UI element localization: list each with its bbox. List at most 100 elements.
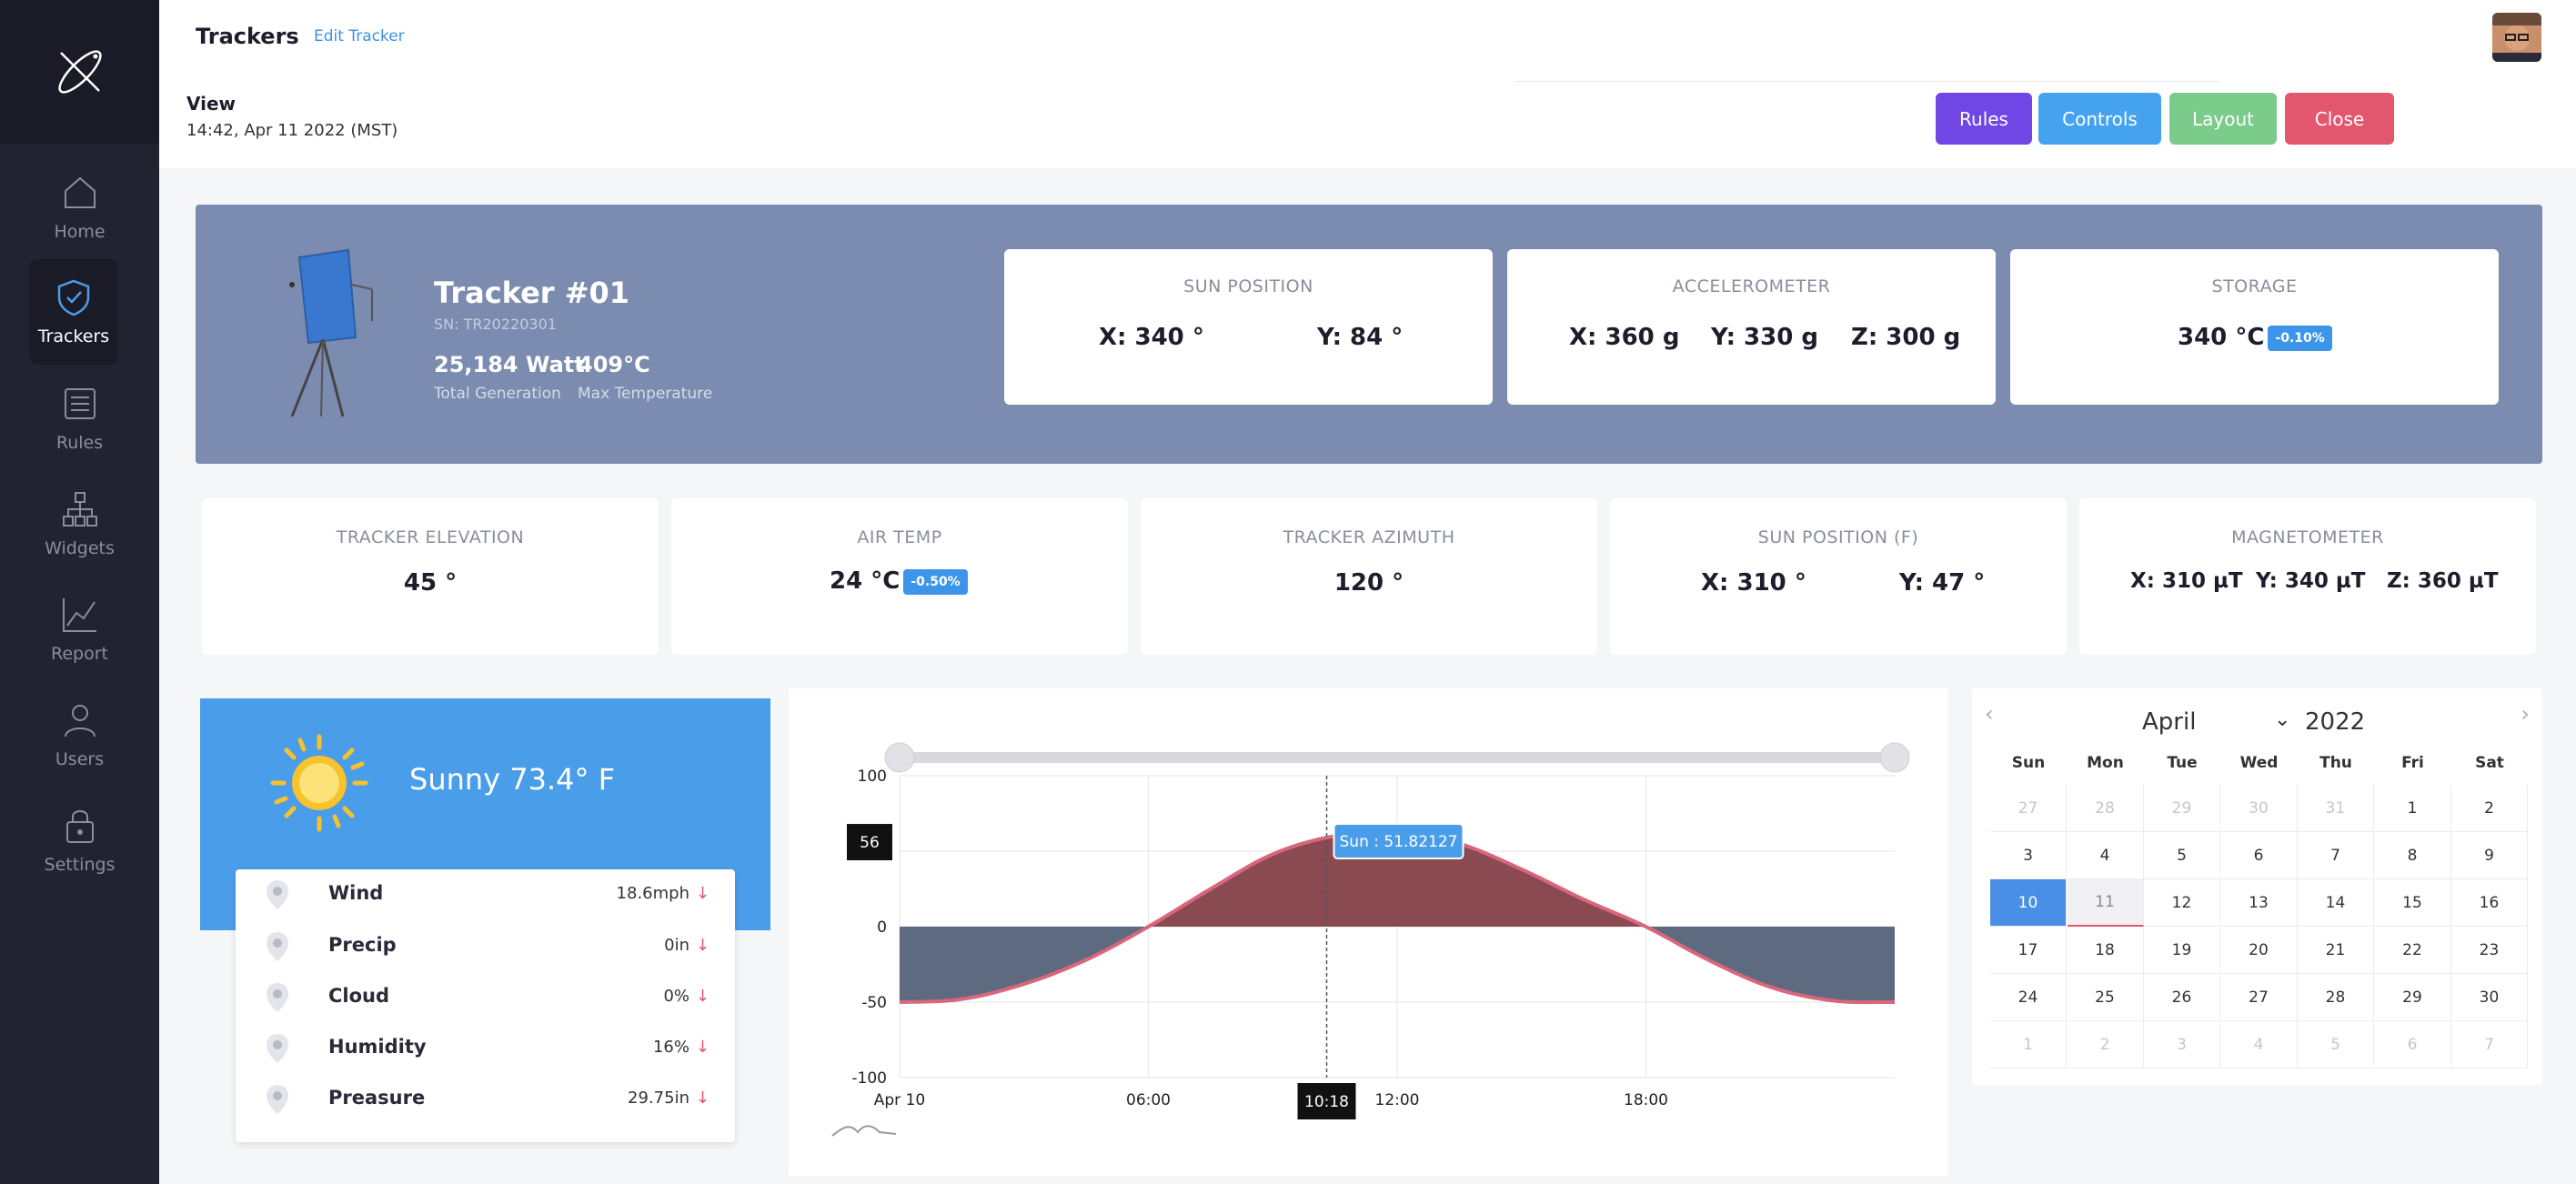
calendar-day[interactable]: 2 xyxy=(2451,785,2528,832)
sidebar-item-widgets[interactable]: Widgets xyxy=(0,471,159,577)
tracker-serial: SN: TR20220301 xyxy=(434,316,557,333)
calendar-day[interactable]: 13 xyxy=(2220,879,2298,927)
calendar-day[interactable]: 14 xyxy=(2298,879,2374,927)
sun-position-f-card: SUN POSITION (F) X: 310 ° Y: 47 ° xyxy=(1610,498,2067,655)
sidebar-item-home[interactable]: Home xyxy=(0,155,159,260)
calendar-day[interactable]: 7 xyxy=(2298,832,2374,879)
close-button[interactable]: Close xyxy=(2285,93,2394,145)
accelerometer-card: ACCELEROMETER X: 360 g Y: 330 g Z: 300 g xyxy=(1507,249,1996,405)
calendar-day[interactable]: 6 xyxy=(2374,1021,2451,1069)
max-temperature-value: 409°C xyxy=(578,352,650,377)
y-tick-label: 100 xyxy=(858,768,887,786)
tracker-azimuth-card: TRACKER AZIMUTH 120 ° xyxy=(1141,498,1597,655)
calendar-day[interactable]: 24 xyxy=(1990,974,2067,1021)
location-pin-icon xyxy=(267,1034,288,1063)
shield-check-icon xyxy=(57,279,90,316)
calendar-day[interactable]: 27 xyxy=(2220,974,2298,1021)
max-temperature-label: Max Temperature xyxy=(578,385,713,403)
weather-details: Wind 18.6mph ↓ Precip 0in ↓ Cloud 0% ↓ H… xyxy=(236,869,735,1142)
location-pin-icon xyxy=(267,880,288,909)
sidebar-item-label: Home xyxy=(54,222,106,242)
tracker-elevation-card: TRACKER ELEVATION 45 ° xyxy=(202,498,659,655)
card-title: AIR TEMP xyxy=(857,527,942,547)
calendar-day[interactable]: 5 xyxy=(2144,832,2220,879)
calendar-day[interactable]: 1 xyxy=(1990,1021,2067,1069)
calendar-day[interactable]: 30 xyxy=(2451,974,2528,1021)
calendar-day[interactable]: 28 xyxy=(2067,785,2144,832)
user-icon xyxy=(64,705,96,737)
list-item: Cloud 0% ↓ xyxy=(236,972,735,1023)
tracker-name: Tracker #01 xyxy=(434,276,630,310)
card-title: SUN POSITION (F) xyxy=(1757,527,1919,547)
calendar-day[interactable]: 21 xyxy=(2298,927,2374,974)
sun-chart[interactable]: 100 0 -50 -100 Apr 10 06:00 12:00 18:00 56 Sun : … xyxy=(789,688,1948,1176)
weekday-header: Wed xyxy=(2239,754,2279,772)
sidebar-item-users[interactable]: Users xyxy=(0,682,159,788)
weekday-header: Fri xyxy=(2401,754,2424,772)
total-generation-label: Total Generation xyxy=(434,385,561,403)
calendar-day[interactable]: 31 xyxy=(2298,785,2374,832)
next-month-icon[interactable]: › xyxy=(2521,701,2530,727)
calendar-day[interactable]: 18 xyxy=(2067,927,2144,974)
calendar-day[interactable]: 19 xyxy=(2144,927,2220,974)
avatar[interactable] xyxy=(2492,13,2541,62)
sidebar-item-trackers[interactable]: Trackers xyxy=(29,259,118,365)
controls-button[interactable]: Controls xyxy=(2038,93,2161,145)
calendar-day[interactable]: 20 xyxy=(2220,927,2298,974)
sidebar-item-report[interactable]: Report xyxy=(0,577,159,682)
calendar-day[interactable]: 29 xyxy=(2144,785,2220,832)
rules-button[interactable]: Rules xyxy=(1936,93,2032,145)
prev-month-icon[interactable]: ‹ xyxy=(1985,701,1994,727)
calendar-day[interactable]: 5 xyxy=(2298,1021,2374,1069)
calendar-day[interactable]: 3 xyxy=(2144,1021,2220,1069)
list-item: Preasure 29.75in ↓ xyxy=(236,1074,735,1125)
storage-change-badge: -0.10% xyxy=(2268,325,2332,351)
calendar-day[interactable]: 8 xyxy=(2374,832,2451,879)
calendar-day[interactable]: 1 xyxy=(2374,785,2451,832)
calendar-day[interactable]: 25 xyxy=(2067,974,2144,1021)
sidebar-item-settings[interactable]: Settings xyxy=(0,788,159,893)
calendar-day[interactable]: 9 xyxy=(2451,832,2528,879)
down-arrow-icon: ↓ xyxy=(695,1038,709,1057)
cursor-x-label: 10:18 xyxy=(1304,1093,1349,1111)
card-title: STORAGE xyxy=(2211,276,2298,296)
sidebar-item-label: Widgets xyxy=(45,538,115,558)
calendar-day[interactable]: 7 xyxy=(2451,1021,2528,1069)
calendar-day[interactable]: 23 xyxy=(2451,927,2528,974)
calendar-day[interactable]: 30 xyxy=(2220,785,2298,832)
calendar-day[interactable]: 15 xyxy=(2374,879,2451,927)
calendar-day[interactable]: 4 xyxy=(2067,832,2144,879)
edit-tracker-link[interactable]: Edit Tracker xyxy=(314,27,405,45)
sun-position-card: SUN POSITION X: 340 ° Y: 84 ° xyxy=(1004,249,1493,405)
x-tick-label: 12:00 xyxy=(1375,1091,1420,1109)
calendar-day[interactable]: 2 xyxy=(2067,1021,2144,1069)
calendar-day[interactable]: 12 xyxy=(2144,879,2220,927)
chevron-down-icon[interactable]: ⌄ xyxy=(2274,708,2290,731)
x-tick-label: Apr 10 xyxy=(874,1091,925,1109)
calendar-day[interactable]: 26 xyxy=(2144,974,2220,1021)
calendar-day[interactable]: 6 xyxy=(2220,832,2298,879)
calendar-day[interactable]: 28 xyxy=(2298,974,2374,1021)
weekday-header: Tue xyxy=(2167,754,2198,772)
storage-card: STORAGE 340 °C -0.10% xyxy=(2010,249,2499,405)
calendar-day[interactable]: 3 xyxy=(1990,832,2067,879)
calendar-day[interactable]: 22 xyxy=(2374,927,2451,974)
header-divider xyxy=(1514,81,2219,82)
sidebar-item-label: Users xyxy=(55,749,105,769)
calendar-month[interactable]: April xyxy=(2142,708,2196,736)
card-title: SUN POSITION xyxy=(1183,276,1313,296)
calendar-day[interactable]: 11 xyxy=(2067,879,2144,927)
layout-button[interactable]: Layout xyxy=(2169,93,2277,145)
calendar-day[interactable]: 27 xyxy=(1990,785,2067,832)
sidebar-item-rules[interactable]: Rules xyxy=(0,366,159,471)
calendar-day[interactable]: 10 xyxy=(1990,879,2067,927)
lock-icon xyxy=(65,810,94,843)
calendar-day[interactable]: 16 xyxy=(2451,879,2528,927)
calendar-day[interactable]: 29 xyxy=(2374,974,2451,1021)
calendar-day[interactable]: 4 xyxy=(2220,1021,2298,1069)
weekday-header: Mon xyxy=(2087,754,2124,772)
calendar-year[interactable]: 2022 xyxy=(2305,708,2365,736)
air-temp-value: 24 °C xyxy=(830,567,901,595)
app-logo[interactable] xyxy=(0,0,159,144)
calendar-day[interactable]: 17 xyxy=(1990,927,2067,974)
